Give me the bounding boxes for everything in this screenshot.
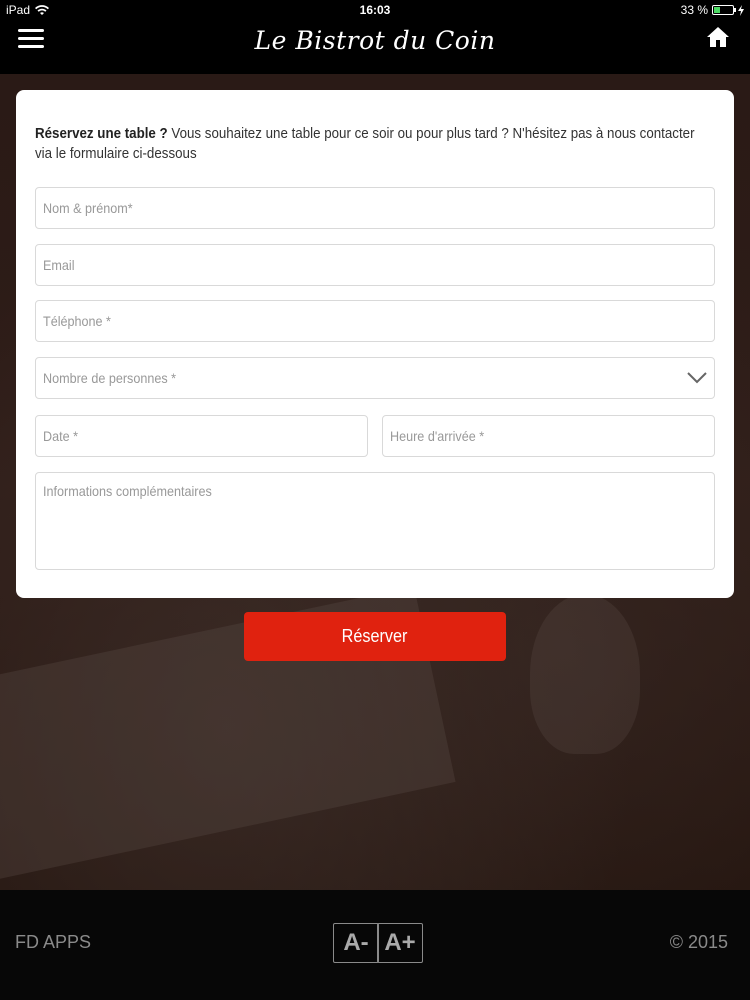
menu-icon-line — [18, 37, 44, 40]
app-title: Le Bistrot du Coin — [254, 25, 496, 55]
arrival-placeholder: Heure d'arrivée * — [390, 428, 485, 444]
reserve-button[interactable]: Réserver — [244, 612, 506, 661]
persons-placeholder: Nombre de personnes * — [43, 370, 177, 386]
menu-icon-line — [18, 45, 44, 48]
home-icon[interactable] — [706, 25, 730, 49]
status-right: 33 % — [681, 3, 744, 17]
font-increase-button[interactable]: A+ — [377, 923, 423, 963]
footer-brand: FD APPS — [15, 932, 92, 952]
name-field[interactable]: Nom & prénom* — [35, 187, 715, 229]
reservation-form: Réservez une table ? Vous souhaitez une … — [16, 90, 734, 598]
menu-button[interactable] — [18, 29, 44, 49]
reserve-label: Réserver — [342, 626, 408, 646]
status-bar: iPad 16:03 33 % — [0, 0, 750, 20]
phone-field[interactable]: Téléphone * — [35, 300, 715, 342]
battery-percent: 33 % — [680, 3, 708, 17]
chevron-down-icon — [687, 372, 707, 384]
form-intro: Réservez une table ? Vous souhaitez une … — [35, 124, 711, 164]
arrival-time-field[interactable]: Heure d'arrivée * — [382, 415, 715, 457]
info-placeholder: Informations complémentaires — [43, 483, 212, 499]
date-field[interactable]: Date * — [35, 415, 368, 457]
battery-level — [714, 7, 720, 13]
wifi-icon — [35, 4, 50, 15]
email-placeholder: Email — [43, 257, 75, 273]
background-glass — [530, 594, 640, 754]
status-time: 16:03 — [359, 3, 391, 17]
email-field[interactable]: Email — [35, 244, 715, 286]
menu-icon-line — [18, 29, 44, 32]
date-placeholder: Date * — [43, 428, 79, 444]
nav-bar: Le Bistrot du Coin — [0, 20, 750, 74]
phone-placeholder: Téléphone * — [43, 313, 111, 329]
charging-icon — [738, 4, 744, 16]
name-placeholder: Nom & prénom* — [43, 200, 133, 216]
persons-select[interactable]: Nombre de personnes * — [35, 357, 715, 399]
copyright: © 2015 — [669, 932, 728, 952]
intro-heading: Réservez une table ? — [35, 126, 168, 142]
font-decrease-button[interactable]: A- — [333, 923, 379, 963]
status-left: iPad — [6, 3, 50, 17]
info-textarea[interactable]: Informations complémentaires — [35, 472, 715, 570]
battery-icon — [712, 5, 736, 15]
footer: FD APPS A- A+ © 2015 — [0, 890, 750, 1000]
device-label: iPad — [6, 3, 31, 17]
